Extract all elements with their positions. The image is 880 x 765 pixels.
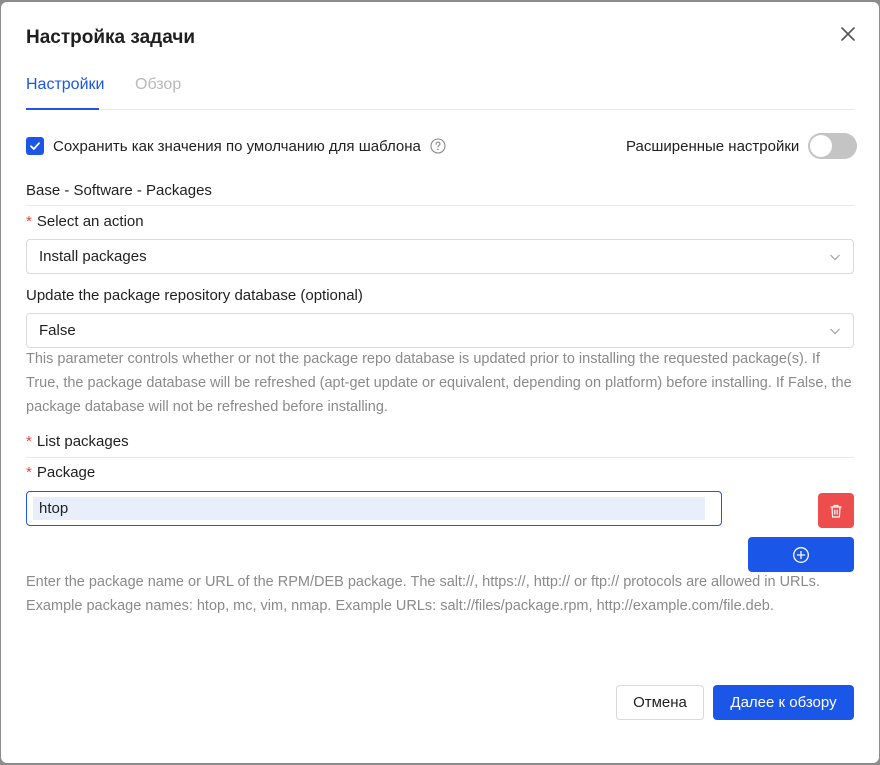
question-circle-icon[interactable] <box>430 138 446 154</box>
active-tab-indicator <box>26 108 99 110</box>
package-input[interactable]: htop <box>26 491 722 526</box>
update-repo-help: This parameter controls whether or not t… <box>26 351 852 415</box>
section-title: Base - Software - Packages <box>26 182 212 199</box>
list-packages-label: List packages <box>36 433 129 450</box>
task-settings-dialog: Настройка задачи Настройки Обзор Сохрани… <box>1 2 879 763</box>
dialog-title: Настройка задачи <box>26 27 196 48</box>
add-package-button[interactable] <box>748 537 854 572</box>
update-repo-select-value: False <box>39 322 76 339</box>
package-input-value: htop <box>39 500 69 517</box>
text-selection-highlight <box>33 497 705 520</box>
required-mark: * <box>26 213 32 230</box>
tab-settings[interactable]: Настройки <box>26 76 104 94</box>
save-default-row: Сохранить как значения по умолчанию для … <box>26 135 446 157</box>
list-packages-divider <box>26 457 854 458</box>
package-help: Enter the package name or URL of the RPM… <box>26 574 820 614</box>
advanced-settings-row: Расширенные настройки <box>626 133 858 159</box>
section-divider <box>26 205 854 206</box>
update-repo-select[interactable]: False <box>26 313 854 348</box>
tab-review[interactable]: Обзор <box>135 76 181 94</box>
action-select-value: Install packages <box>39 248 147 265</box>
update-repo-label: Update the package repository database (… <box>26 287 363 304</box>
list-packages-label-row: * List packages <box>26 433 129 450</box>
required-mark: * <box>26 464 32 481</box>
cancel-button[interactable]: Отмена <box>616 685 704 720</box>
required-mark: * <box>26 433 32 450</box>
action-label: Select an action <box>36 213 144 230</box>
save-default-checkbox[interactable] <box>26 137 44 155</box>
chevron-down-icon <box>830 254 840 261</box>
advanced-settings-label: Расширенные настройки <box>626 137 800 155</box>
next-to-review-button[interactable]: Далее к обзору <box>713 685 854 720</box>
tab-bar: Настройки Обзор <box>26 72 854 110</box>
close-icon[interactable] <box>836 22 860 46</box>
package-label: Package <box>36 464 96 481</box>
package-label-row: * Package <box>26 464 95 481</box>
delete-package-button[interactable] <box>818 493 854 528</box>
check-icon <box>30 142 40 150</box>
trash-icon <box>830 504 842 518</box>
action-select[interactable]: Install packages <box>26 239 854 274</box>
action-label-row: * Select an action <box>26 213 144 230</box>
advanced-settings-toggle[interactable] <box>808 133 858 159</box>
plus-circle-icon <box>793 546 809 563</box>
chevron-down-icon <box>830 328 840 335</box>
save-default-label: Сохранить как значения по умолчанию для … <box>53 137 421 155</box>
toggle-knob <box>810 135 833 157</box>
